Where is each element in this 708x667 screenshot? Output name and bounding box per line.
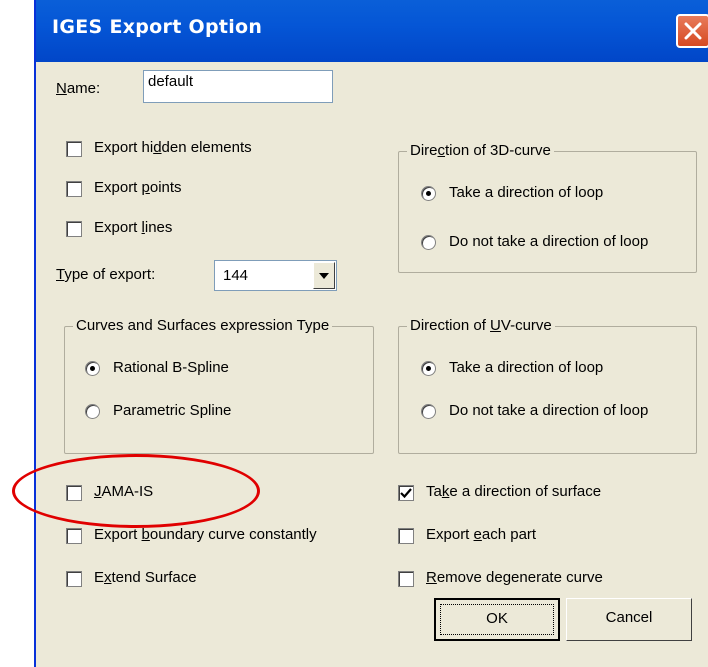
rational-bspline-label: Rational B-Spline — [113, 359, 229, 376]
type-of-export-select[interactable]: 144 — [214, 260, 337, 291]
direction-3d-group: Direction of 3D-curve Take a direction o… — [398, 142, 697, 273]
dropdown-arrow-button[interactable] — [313, 262, 335, 289]
parametric-spline-radio[interactable] — [85, 404, 100, 419]
direction-3d-no-label: Do not take a direction of loop — [449, 233, 649, 250]
parametric-spline-label: Parametric Spline — [113, 402, 232, 419]
direction-uv-no-radio[interactable] — [421, 404, 436, 419]
export-boundary-label: Export boundary curve constantly — [94, 526, 317, 543]
export-lines-label: Export lines — [94, 219, 173, 236]
curves-surfaces-title: Curves and Surfaces expression Type — [73, 317, 333, 334]
direction-3d-take-label: Take a direction of loop — [449, 184, 604, 201]
take-surface-direction-checkbox[interactable] — [398, 485, 414, 501]
remove-degenerate-checkbox[interactable] — [398, 571, 414, 587]
type-of-export-value: 144 — [223, 267, 249, 284]
direction-3d-title: Direction of 3D-curve — [407, 142, 554, 159]
close-icon — [684, 22, 702, 40]
close-button[interactable] — [676, 14, 708, 48]
export-boundary-checkbox[interactable] — [66, 528, 82, 544]
remove-degenerate-label: Remove degenerate curve — [426, 569, 603, 586]
ok-button[interactable]: OK — [434, 598, 560, 641]
export-hidden-checkbox[interactable] — [66, 141, 82, 157]
cancel-button-label: Cancel — [605, 609, 653, 626]
checkmark-icon — [400, 488, 412, 499]
direction-3d-take-radio[interactable] — [421, 186, 436, 201]
ok-button-label: OK — [486, 610, 508, 627]
direction-uv-title: Direction of UV-curve — [407, 317, 555, 334]
name-value: default — [148, 73, 194, 90]
direction-uv-take-label: Take a direction of loop — [449, 359, 604, 376]
iges-export-dialog: IGES Export Option Name: default Export … — [34, 0, 708, 667]
cancel-button[interactable]: Cancel — [566, 598, 692, 641]
curves-surfaces-group: Curves and Surfaces expression Type Rati… — [64, 317, 374, 454]
type-of-export-label: Type of export: — [56, 266, 156, 283]
rational-bspline-radio[interactable] — [85, 361, 100, 376]
name-field[interactable]: default — [143, 70, 333, 103]
title-bar[interactable]: IGES Export Option — [36, 0, 708, 62]
extend-surface-checkbox[interactable] — [66, 571, 82, 587]
export-points-label: Export points — [94, 179, 182, 196]
extend-surface-label: Extend Surface — [94, 569, 197, 586]
highlight-ellipse — [12, 454, 260, 528]
direction-uv-take-radio[interactable] — [421, 361, 436, 376]
window-title: IGES Export Option — [52, 16, 263, 38]
name-label: Name: — [56, 80, 101, 97]
export-each-part-checkbox[interactable] — [398, 528, 414, 544]
take-surface-direction-label: Take a direction of surface — [426, 483, 602, 500]
export-lines-checkbox[interactable] — [66, 221, 82, 237]
direction-3d-no-radio[interactable] — [421, 235, 436, 250]
export-each-part-label: Export each part — [426, 526, 537, 543]
direction-uv-group: Direction of UV-curve Take a direction o… — [398, 317, 697, 454]
direction-uv-no-label: Do not take a direction of loop — [449, 402, 649, 419]
export-hidden-label: Export hidden elements — [94, 139, 252, 156]
chevron-down-icon — [319, 273, 329, 279]
export-points-checkbox[interactable] — [66, 181, 82, 197]
